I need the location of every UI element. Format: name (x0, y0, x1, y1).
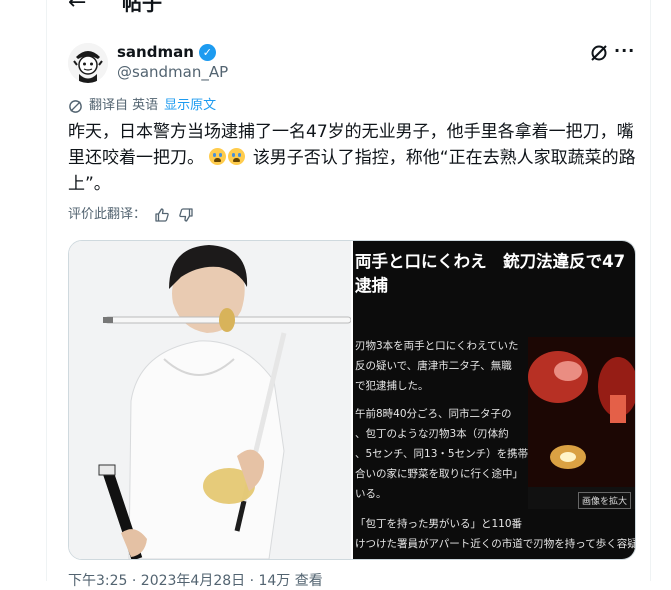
news-body-line: 、5センチ、同13・5センチ）を携帯 (355, 448, 529, 460)
timeline-border-right (650, 0, 651, 581)
avatar[interactable] (68, 43, 108, 83)
author-display-name[interactable]: sandman (117, 43, 194, 61)
grok-icon[interactable] (589, 43, 609, 63)
more-icon[interactable]: ··· (614, 41, 635, 61)
news-body-line: 「包丁を持った男がいる」と110番 (355, 518, 523, 530)
photo-swordsman[interactable] (69, 241, 352, 559)
verified-badge-icon: ✓ (198, 43, 216, 61)
news-body-line: 、包丁のような刃物3本（刃体約 (355, 428, 509, 440)
translation-source-label: 翻译自 英语 (89, 98, 159, 113)
news-headline: 両手と口にくわえ 銃刀法違反で47 (355, 252, 626, 271)
news-article-screenshot[interactable]: 両手と口にくわえ 銃刀法違反で47 逮捕 刃物3本を両手と口にくわえていた 反の… (353, 241, 635, 559)
author-handle[interactable]: @sandman_AP (117, 63, 228, 81)
tweet-text: 昨天，日本警方当场逮捕了一名47岁的无业男子，他手里各拿着一把刀，嘴里还咬着一把… (68, 119, 638, 197)
author-name[interactable]: sandman ✓ (117, 43, 216, 61)
thumbs-down-icon[interactable] (178, 207, 194, 223)
news-photo-police-lights (528, 337, 635, 487)
translation-bar: 翻译自 英语 显示原文 (68, 98, 216, 114)
translate-icon (69, 99, 82, 113)
news-body-line: で犯逮捕した。 (355, 380, 429, 392)
page-header: ← 帖子 (62, 0, 622, 18)
thumbs-up-icon[interactable] (154, 207, 170, 223)
news-body-line: 反の疑いで、唐津市二タ子、無職 (355, 360, 512, 372)
news-body-line: 午前8時40分ごろ、同市二タ子の (355, 408, 512, 420)
rate-translation-label: 评价此翻译： (68, 207, 147, 222)
page-title: 帖子 (122, 0, 162, 15)
news-body-line: けつけた署員がアパート近くの市道で刃物を持って歩く容疑 (355, 538, 636, 550)
back-arrow-icon[interactable]: ← (68, 0, 86, 18)
show-original-link[interactable]: 显示原文 (164, 98, 216, 114)
news-body-line: 合いの家に野菜を取りに行く途中」 (355, 468, 523, 480)
news-body-line: いる。 (355, 488, 387, 500)
rate-translation: 评价此翻译： (68, 207, 194, 223)
tweet-timestamp[interactable]: 下午3:25 · 2023年4月28日 · 14万 查看 (68, 572, 323, 590)
crying-face-emoji-icon (209, 148, 227, 165)
crying-face-emoji-icon (228, 148, 246, 165)
timeline-border-left (46, 0, 47, 581)
news-photo-caption: 画像を拡大 (528, 487, 635, 509)
enlarge-image-button[interactable]: 画像を拡大 (577, 492, 631, 509)
news-headline-line2: 逮捕 (355, 276, 388, 295)
media-grid: 両手と口にくわえ 銃刀法違反で47 逮捕 刃物3本を両手と口にくわえていた 反の… (68, 240, 636, 560)
news-body-line: 刃物3本を両手と口にくわえていた (355, 340, 519, 352)
